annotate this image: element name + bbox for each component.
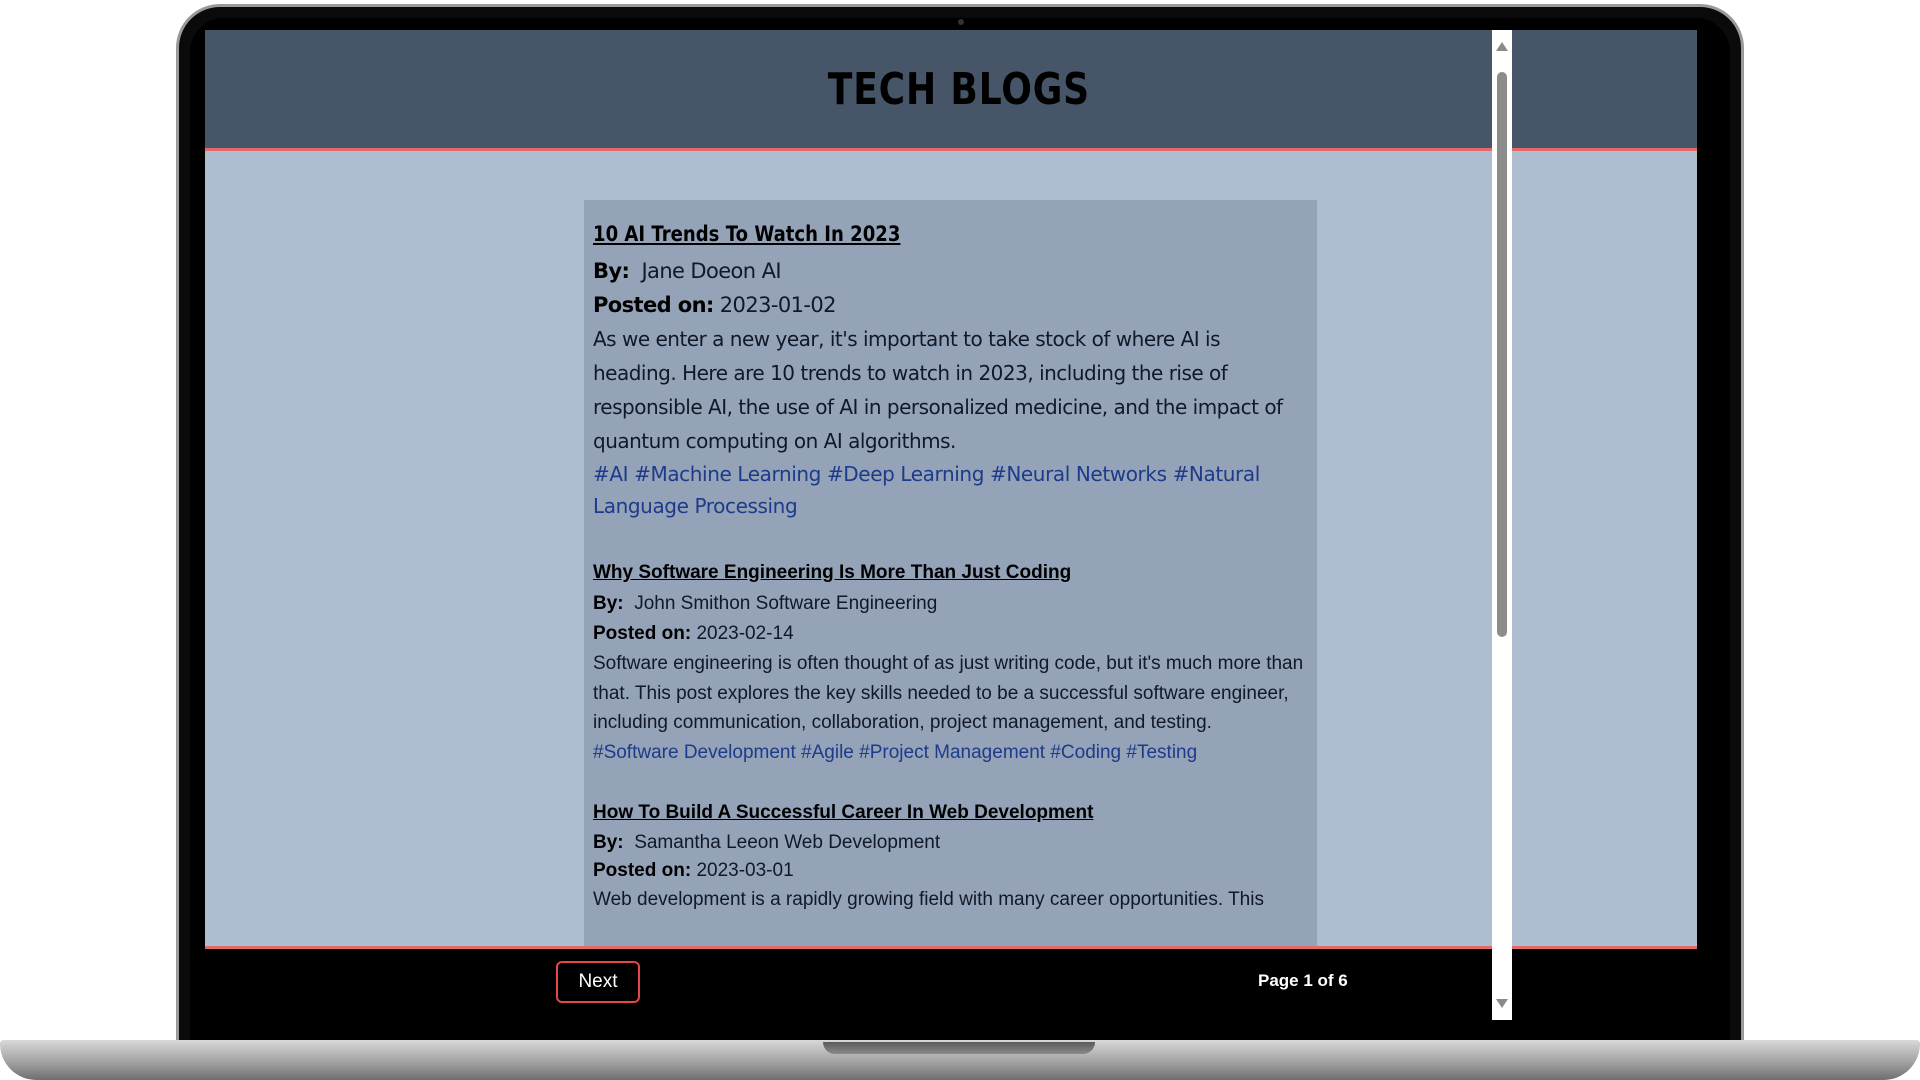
post-author: By: John Smithon Software Engineering <box>593 589 1309 619</box>
date-value: 2023-03-01 <box>696 859 794 881</box>
blog-post: How To Build A Successful Career In Web … <box>593 802 1309 915</box>
author-name: Samantha Leeon Web Development <box>634 831 941 853</box>
tag[interactable]: #Coding <box>1050 742 1121 763</box>
author-name: Jane Doeon AI <box>641 259 781 283</box>
blog-post: Why Software Engineering Is More Than Ju… <box>593 562 1309 768</box>
author-label: By: <box>593 593 624 614</box>
post-body: Software engineering is often thought of… <box>593 653 1304 733</box>
site-title: TECH BLOGS <box>827 63 1091 115</box>
blog-post: 10 AI Trends To Watch In 2023 By: Jane D… <box>593 222 1309 522</box>
laptop-base-notch <box>823 1042 1095 1054</box>
post-author: By: Jane Doeon AI <box>593 254 1309 288</box>
date-label: Posted on: <box>593 859 692 881</box>
tag[interactable]: #Agile <box>801 742 854 763</box>
tag[interactable]: #Testing <box>1126 742 1197 763</box>
post-title-link[interactable]: 10 AI Trends To Watch In 2023 <box>593 222 1209 246</box>
tag[interactable]: #Machine Learning <box>634 462 821 486</box>
post-date: Posted on: 2023-03-01 <box>593 857 1309 885</box>
post-date: Posted on: 2023-02-14 <box>593 619 1309 649</box>
date-value: 2023-01-02 <box>719 293 837 317</box>
blog-list[interactable]: 10 AI Trends To Watch In 2023 By: Jane D… <box>584 200 1317 990</box>
post-tags: #AI #Machine Learning #Deep Learning #Ne… <box>593 458 1309 522</box>
tag[interactable]: #Neural Networks <box>990 462 1167 486</box>
post-author: By: Samantha Leeon Web Development <box>593 829 1309 857</box>
next-page-button[interactable]: Next <box>556 961 640 1003</box>
post-title-link[interactable]: Why Software Engineering Is More Than Ju… <box>593 562 1309 584</box>
browser-viewport: TECH BLOGS 10 AI Trends To Watch In 2023… <box>205 30 1697 1020</box>
tag[interactable]: #Project Management <box>859 742 1045 763</box>
post-date: Posted on: 2023-01-02 <box>593 288 1309 322</box>
author-name: John Smithon Software Engineering <box>634 593 938 614</box>
tag[interactable]: #AI <box>593 462 629 486</box>
author-label: By: <box>593 831 624 853</box>
date-value: 2023-02-14 <box>696 623 794 644</box>
triangle-up-icon[interactable] <box>1496 42 1508 51</box>
date-label: Posted on: <box>593 293 714 317</box>
post-body: Web development is a rapidly growing fie… <box>593 888 1264 910</box>
author-label: By: <box>593 259 630 283</box>
post-title-link[interactable]: How To Build A Successful Career In Web … <box>593 802 1309 824</box>
tag[interactable]: #Deep Learning <box>827 462 984 486</box>
vertical-scrollbar[interactable] <box>1492 30 1512 1020</box>
triangle-down-icon[interactable] <box>1496 999 1508 1008</box>
page-indicator: Page 1 of 6 <box>1258 971 1348 990</box>
camera-icon <box>958 19 964 25</box>
site-header: TECH BLOGS <box>205 30 1697 151</box>
tag[interactable]: #Software Development <box>593 742 796 763</box>
pagination-footer: Next Page 1 of 6 <box>205 946 1697 1020</box>
date-label: Posted on: <box>593 623 692 644</box>
post-body: As we enter a new year, it's important t… <box>593 327 1283 453</box>
post-tags: #Software Development #Agile #Project Ma… <box>593 738 1309 768</box>
scrollbar-thumb[interactable] <box>1497 72 1507 637</box>
